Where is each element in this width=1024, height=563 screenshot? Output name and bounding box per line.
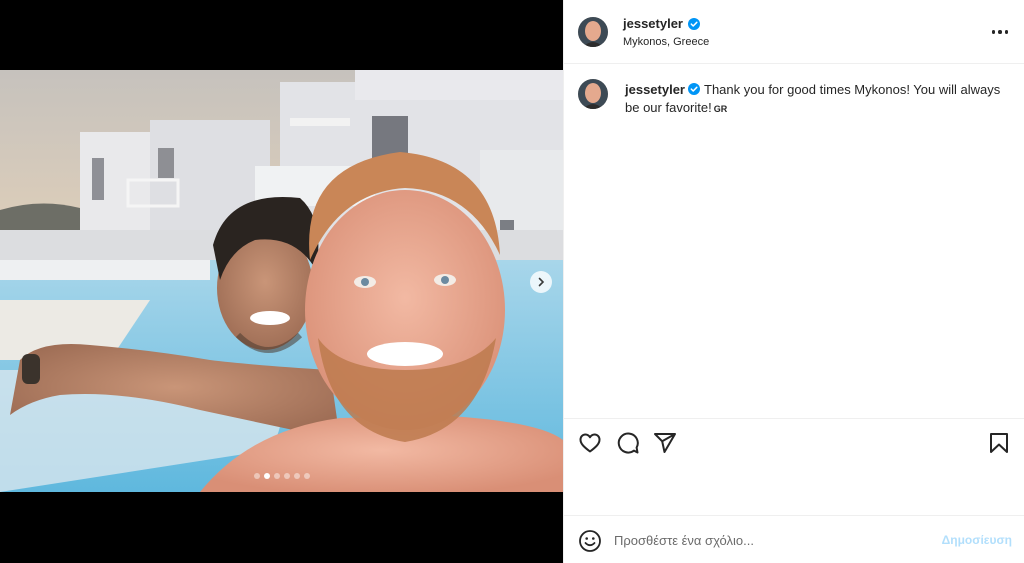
post-photo [0, 70, 563, 492]
carousel-dot [303, 473, 310, 479]
carousel-dot [273, 473, 280, 479]
paper-plane-icon [654, 433, 676, 453]
comment-icon [617, 432, 639, 454]
like-button[interactable] [578, 431, 602, 455]
heart-icon [579, 433, 601, 453]
post-location[interactable]: Mykonos, Greece [623, 36, 709, 48]
comment-input[interactable] [614, 530, 914, 550]
chevron-right-icon [538, 277, 545, 287]
verified-badge-icon [688, 17, 700, 30]
post-sidebar: jessetyler Mykonos, Greece jessetyler Th… [563, 0, 1024, 563]
caption-username[interactable]: jessetyler [625, 82, 685, 97]
action-bar [564, 418, 1024, 464]
post-header: jessetyler Mykonos, Greece [564, 0, 1024, 64]
emoji-button[interactable] [578, 529, 602, 553]
carousel-dot [283, 473, 290, 479]
comment-composer: Δημοσίευση [564, 515, 1024, 563]
carousel-indicator [0, 473, 563, 479]
more-options-button[interactable] [989, 22, 1011, 42]
comment-button[interactable] [616, 431, 640, 455]
carousel-dot [253, 473, 260, 479]
author-name-row: jessetyler [623, 16, 700, 31]
language-badge: GR [713, 104, 728, 114]
carousel-dot [263, 473, 270, 479]
save-button[interactable] [987, 431, 1011, 455]
author-username[interactable]: jessetyler [623, 16, 683, 31]
caption-avatar[interactable] [578, 79, 608, 109]
verified-badge-icon [688, 83, 700, 95]
media-viewer [0, 0, 563, 563]
post-modal: jessetyler Mykonos, Greece jessetyler Th… [0, 0, 1024, 563]
next-slide-button[interactable] [530, 271, 552, 293]
post-comment-button[interactable]: Δημοσίευση [942, 533, 1012, 547]
carousel-dot [293, 473, 300, 479]
bookmark-icon [990, 433, 1008, 453]
caption-text-block: jessetyler Thank you for good times Mykon… [625, 81, 1010, 118]
author-avatar[interactable] [578, 17, 608, 47]
smiley-icon [579, 530, 601, 552]
more-horizontal-icon [991, 30, 996, 34]
share-button[interactable] [653, 431, 677, 455]
